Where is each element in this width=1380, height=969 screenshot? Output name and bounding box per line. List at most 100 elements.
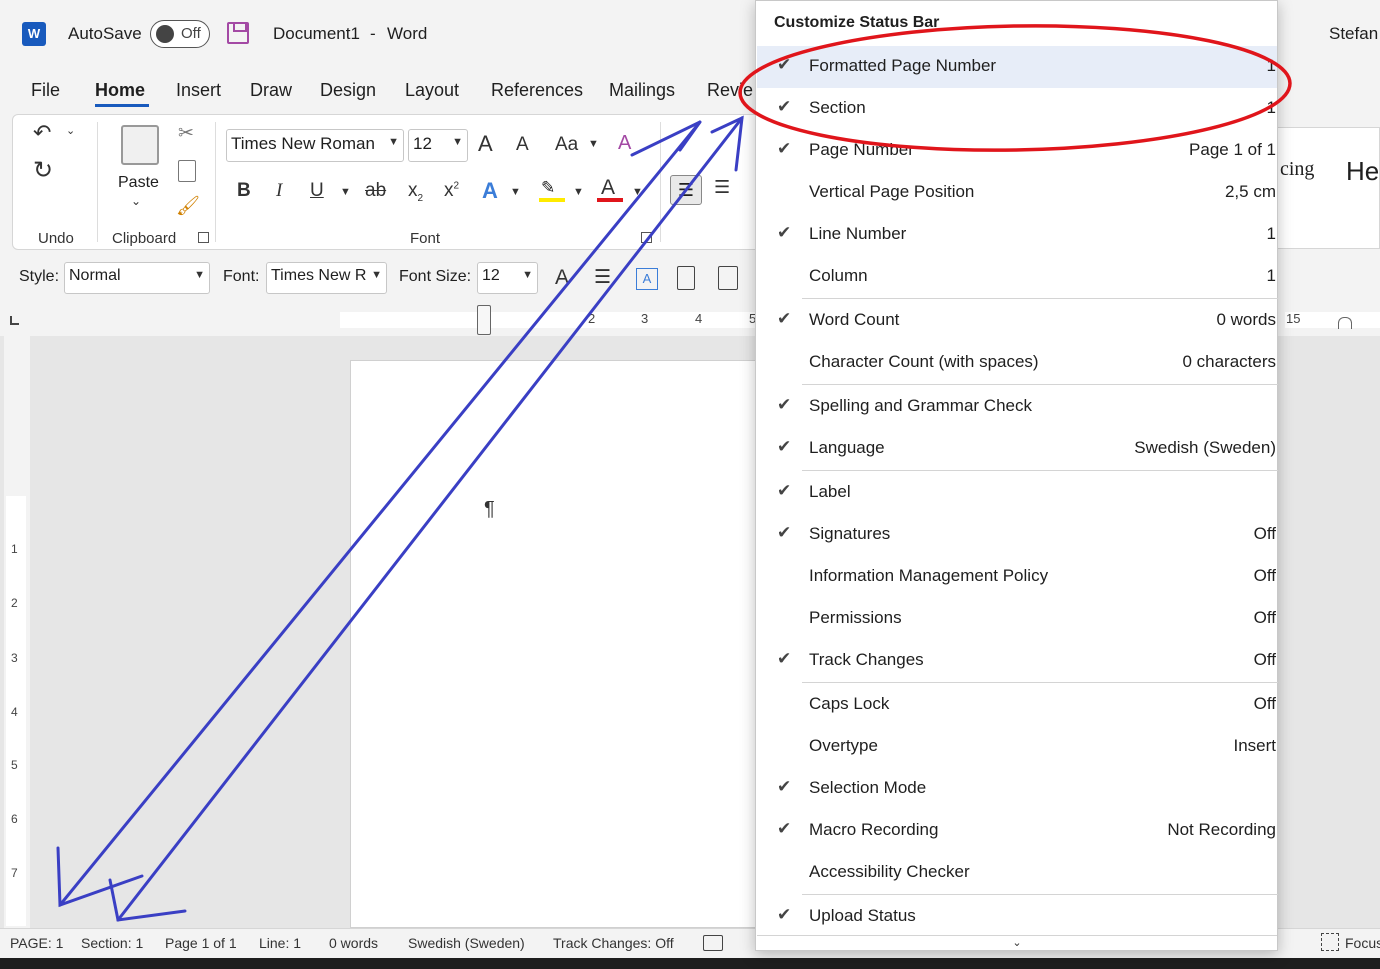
tab-references[interactable]: References	[491, 80, 583, 101]
menu-item-label: Permissions	[809, 608, 902, 627]
menu-item-accessibility-checker[interactable]: Accessibility Checker	[757, 852, 1277, 894]
font-size-combo[interactable]: 12 ▼	[408, 129, 468, 162]
cut-icon[interactable]: ✂	[178, 122, 194, 145]
redo-icon[interactable]: ↻	[33, 156, 53, 185]
tab-stop-icon[interactable]	[10, 316, 19, 325]
font-name-combo[interactable]: Times New Roman ▼	[226, 129, 404, 162]
menu-item-character-count-with-spaces[interactable]: Character Count (with spaces) 0 character…	[757, 342, 1277, 384]
chevron-down-icon[interactable]: ▼	[632, 186, 643, 198]
status-line[interactable]: Line: 1	[259, 935, 301, 951]
italic-button[interactable]: I	[276, 180, 282, 202]
status-section[interactable]: Section: 1	[81, 935, 143, 951]
strikethrough-button[interactable]: ab	[365, 180, 386, 202]
superscript-button[interactable]: x2	[444, 180, 459, 202]
status-page[interactable]: PAGE: 1	[10, 935, 63, 951]
style-combo[interactable]: Normal ▼	[64, 262, 210, 294]
change-case-button[interactable]: Aa	[555, 134, 578, 156]
menu-item-line-number[interactable]: ✔ Line Number 1	[757, 214, 1277, 256]
style-gallery-heading[interactable]: He	[1346, 156, 1379, 187]
user-name[interactable]: Stefan	[1329, 24, 1378, 44]
vruler-number: 6	[11, 812, 18, 826]
clipboard-launcher-icon[interactable]	[198, 232, 209, 243]
style-gallery-spacing[interactable]: cing	[1280, 158, 1314, 181]
focus-icon[interactable]	[1321, 933, 1339, 951]
font-launcher-icon[interactable]	[641, 232, 652, 243]
save-icon[interactable]	[227, 22, 249, 44]
macro-recording-icon[interactable]	[703, 935, 723, 951]
menu-item-signatures[interactable]: ✔ Signatures Off	[757, 514, 1277, 556]
clipboard-group-label: Clipboard	[112, 230, 177, 247]
styles-icon[interactable]: A	[555, 266, 569, 290]
tab-design[interactable]: Design	[320, 80, 376, 101]
menu-item-word-count[interactable]: ✔ Word Count 0 words	[757, 300, 1277, 342]
menu-item-vertical-page-position[interactable]: Vertical Page Position 2,5 cm	[757, 172, 1277, 214]
styles-gallery	[1276, 127, 1380, 249]
bold-button[interactable]: B	[237, 180, 251, 202]
chevron-down-icon: ⌄	[1012, 937, 1022, 949]
align-center-icon[interactable]: ☰	[714, 177, 730, 198]
format-painter-icon[interactable]: 🖌	[176, 194, 200, 218]
menu-item-column[interactable]: Column 1	[757, 256, 1277, 298]
font-combo[interactable]: Times New R ▼	[266, 262, 387, 294]
menu-separator	[802, 384, 1278, 385]
print-layout-icon[interactable]	[718, 266, 738, 290]
grow-font-button[interactable]: A	[478, 131, 493, 157]
paste-label[interactable]: Paste	[118, 174, 159, 192]
subscript-button[interactable]: x2	[408, 180, 423, 204]
tab-draw[interactable]: Draw	[250, 80, 292, 101]
tab-home[interactable]: Home	[95, 80, 145, 101]
group-divider	[97, 122, 98, 242]
status-language[interactable]: Swedish (Sweden)	[408, 935, 525, 951]
page-icon[interactable]	[677, 266, 695, 290]
font-color-button[interactable]: A	[601, 176, 615, 200]
menu-item-macro-recording[interactable]: ✔ Macro Recording Not Recording	[757, 810, 1277, 852]
menu-item-label[interactable]: ✔ Label	[757, 472, 1277, 514]
menu-item-formatted-page-number[interactable]: ✔ Formatted Page Number 1	[757, 46, 1277, 88]
menu-item-spelling-and-grammar-check[interactable]: ✔ Spelling and Grammar Check	[757, 386, 1277, 428]
tab-mailings[interactable]: Mailings	[609, 80, 675, 101]
menu-item-caps-lock[interactable]: Caps Lock Off	[757, 684, 1277, 726]
paste-dropdown-icon[interactable]: ⌄	[131, 194, 141, 208]
menu-item-information-management-policy[interactable]: Information Management Policy Off	[757, 556, 1277, 598]
menu-item-selection-mode[interactable]: ✔ Selection Mode	[757, 768, 1277, 810]
text-effects-button[interactable]: A	[482, 178, 498, 204]
highlighter-icon[interactable]: ✎	[541, 178, 565, 197]
undo-icon[interactable]: ↶	[33, 120, 51, 146]
status-page-of[interactable]: Page 1 of 1	[165, 935, 237, 951]
document-page[interactable]	[350, 360, 770, 928]
tab-layout[interactable]: Layout	[405, 80, 459, 101]
menu-item-page-number[interactable]: ✔ Page Number Page 1 of 1	[757, 130, 1277, 172]
chevron-down-icon[interactable]: ▼	[573, 186, 584, 198]
bullets-icon[interactable]: ☰	[594, 266, 611, 289]
menu-separator	[802, 894, 1278, 895]
underline-button[interactable]: U	[310, 180, 324, 202]
right-indent-marker-icon[interactable]	[1338, 317, 1352, 329]
clear-formatting-icon[interactable]: A	[618, 132, 631, 155]
menu-item-section[interactable]: ✔ Section 1	[757, 88, 1277, 130]
chevron-down-icon[interactable]: ▼	[588, 138, 599, 150]
align-left-button[interactable]: ☰	[670, 175, 702, 205]
menu-item-language[interactable]: ✔ Language Swedish (Sweden)	[757, 428, 1277, 470]
copy-icon[interactable]	[178, 160, 196, 182]
checkmark-icon: ✔	[777, 309, 792, 328]
tab-review[interactable]: Revie	[707, 80, 753, 101]
status-focus[interactable]: Focus	[1345, 935, 1380, 951]
menu-item-upload-status[interactable]: ✔ Upload Status	[757, 896, 1277, 938]
tab-insert[interactable]: Insert	[176, 80, 221, 101]
menu-item-overtype[interactable]: Overtype Insert	[757, 726, 1277, 768]
paste-icon[interactable]	[121, 125, 159, 165]
chevron-down-icon[interactable]: ▼	[510, 186, 521, 198]
font-size-field[interactable]: 12 ▼	[477, 262, 538, 294]
tab-file[interactable]: File	[31, 80, 60, 101]
status-track-changes[interactable]: Track Changes: Off	[553, 935, 674, 951]
textbox-icon[interactable]: A	[636, 268, 658, 290]
indent-marker-icon[interactable]	[477, 305, 491, 335]
shrink-font-button[interactable]: A	[516, 134, 529, 156]
status-words[interactable]: 0 words	[329, 935, 378, 951]
undo-dropdown-icon[interactable]: ⌄	[66, 124, 75, 137]
autosave-toggle[interactable]: Off	[150, 20, 210, 48]
chevron-down-icon[interactable]: ▼	[340, 186, 351, 198]
menu-item-track-changes[interactable]: ✔ Track Changes Off	[757, 640, 1277, 682]
menu-item-value: 1	[1266, 266, 1276, 285]
menu-item-permissions[interactable]: Permissions Off	[757, 598, 1277, 640]
